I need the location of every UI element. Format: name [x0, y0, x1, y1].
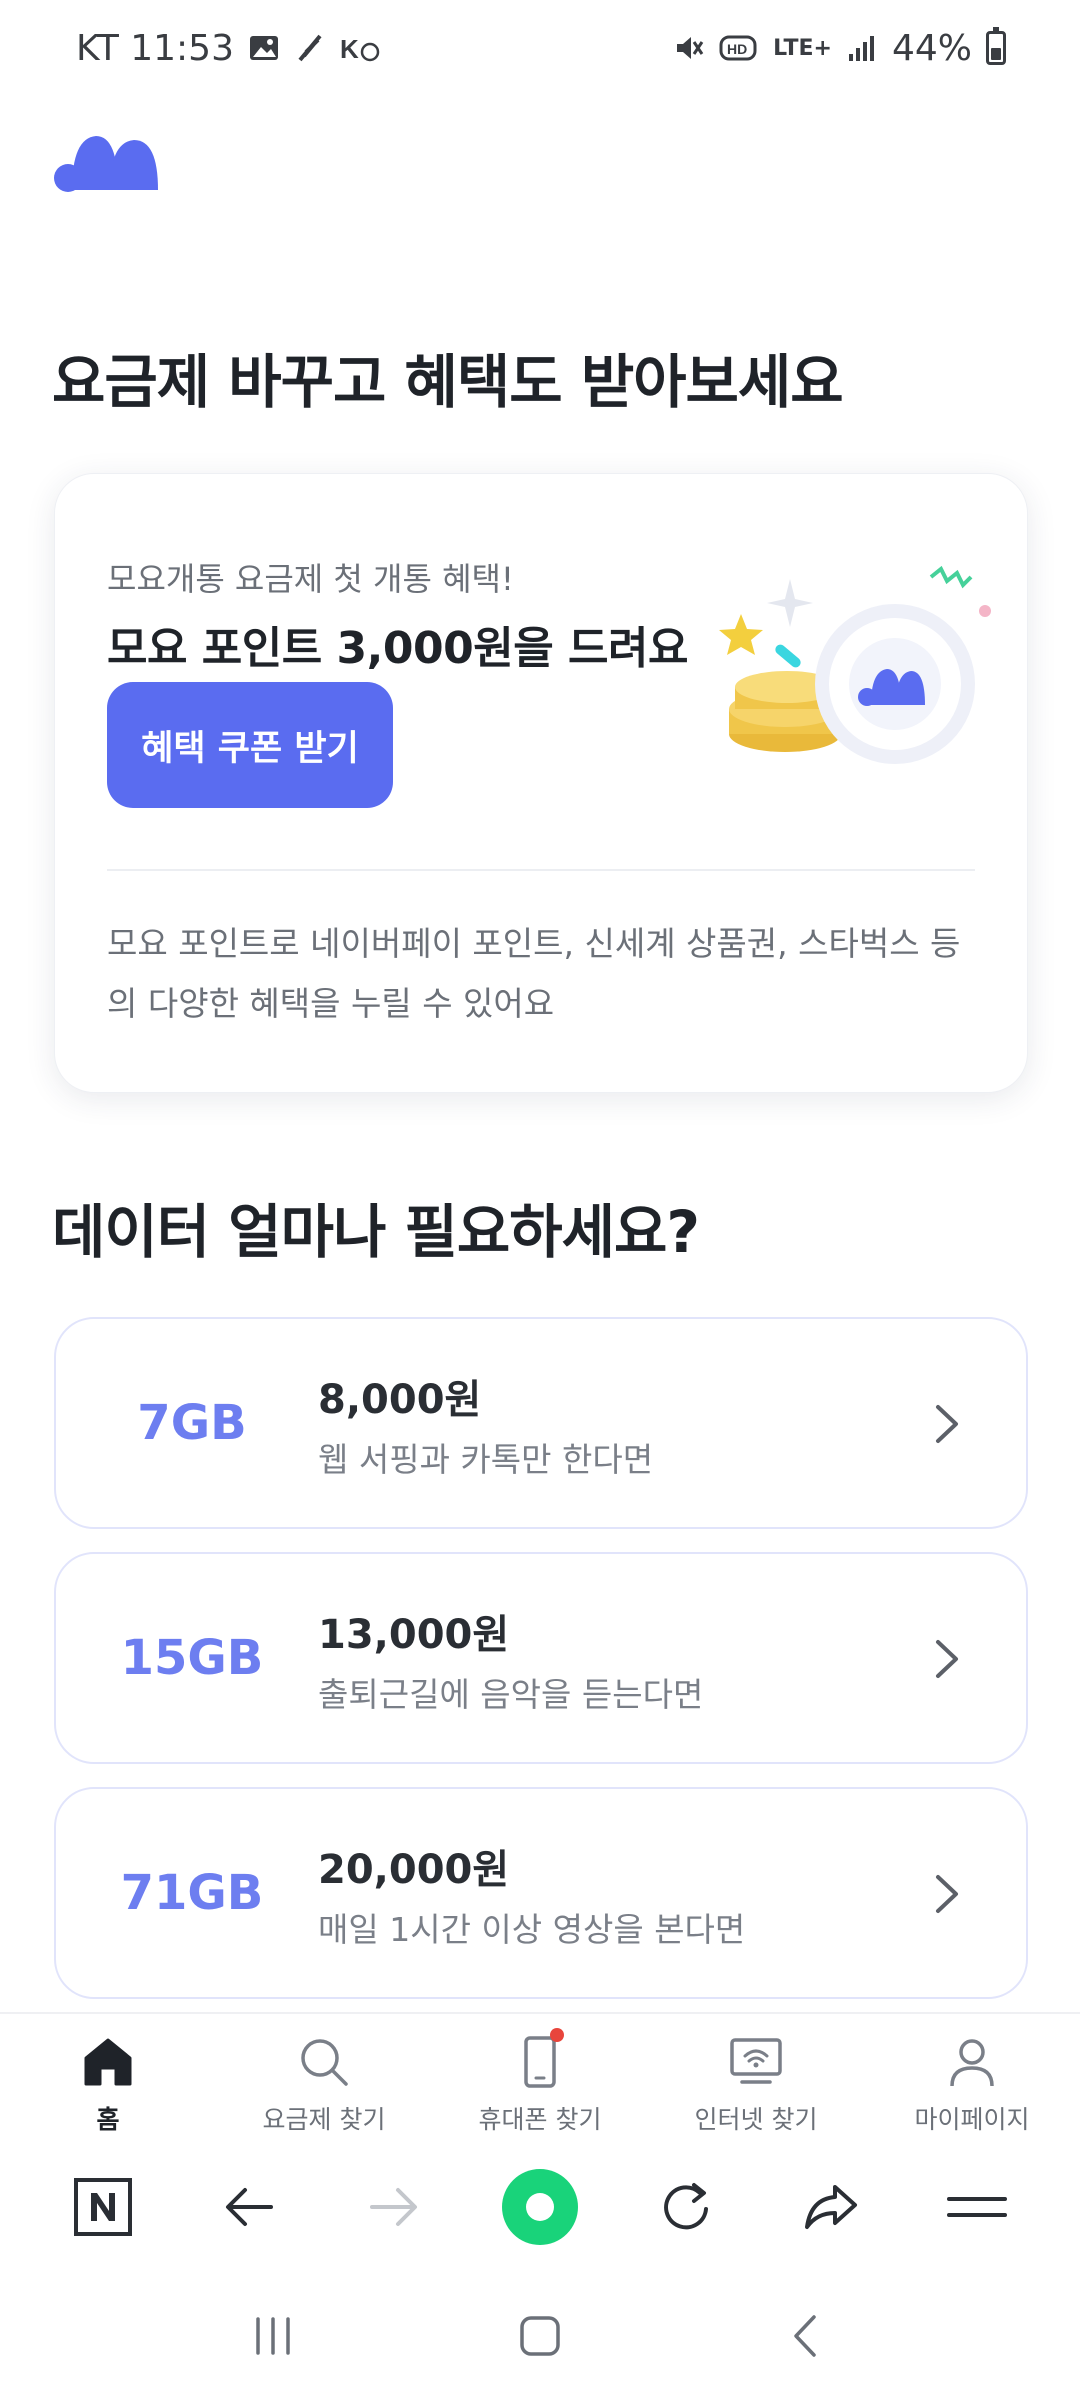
signal-icon: [846, 32, 878, 64]
promo-description: 모요 포인트로 네이버페이 포인트, 신세계 상품권, 스타벅스 등의 다양한 …: [107, 924, 961, 1023]
mute-icon: [673, 32, 705, 64]
get-coupon-button[interactable]: 혜택 쿠폰 받기: [107, 682, 393, 808]
svg-text:K: K: [340, 34, 359, 64]
search-icon: [301, 2039, 348, 2086]
refresh-icon: [663, 2183, 708, 2230]
share-button[interactable]: [791, 2167, 871, 2247]
nav-home[interactable]: 홈: [0, 2014, 216, 2142]
battery-icon: [986, 27, 1006, 65]
plan-price: 20,000원: [318, 1847, 510, 1893]
green-dot-button[interactable]: [500, 2167, 580, 2247]
green-dot-icon: [501, 2169, 578, 2245]
forward-button[interactable]: [354, 2167, 434, 2247]
person-icon: [950, 2039, 994, 2087]
plan-description: 매일 1시간 이상 영상을 본다면: [318, 1910, 746, 1949]
share-icon: [805, 2185, 858, 2229]
nav-phone-search[interactable]: 휴대폰 찾기: [432, 2014, 648, 2142]
promo-title: 모요 포인트 3,000원을 드려요: [107, 623, 688, 674]
chevron-right-icon: [936, 1405, 958, 1443]
plan-price: 13,000원: [318, 1612, 510, 1658]
hd-icon: HD: [719, 32, 759, 64]
plan-card-15gb[interactable]: 15GB 13,000원 출퇴근길에 음악을 듣는다면: [54, 1552, 1028, 1764]
promo-card[interactable]: 모요개통 요금제 첫 개통 혜택! 모요 포인트 3,000원을 드려요 혜택 …: [54, 473, 1028, 1093]
back-button[interactable]: [209, 2167, 289, 2247]
plan-card-7gb[interactable]: 7GB 8,000원 웹 서핑과 카톡만 한다면: [54, 1317, 1028, 1529]
new-badge-dot: [550, 2028, 564, 2042]
data-section-title: 데이터 얼마나 필요하세요?: [52, 1198, 700, 1266]
nav-phone-search-label: 휴대폰 찾기: [478, 2105, 602, 2134]
nav-mypage[interactable]: 마이페이지: [864, 2014, 1080, 2142]
lte-icon: LTE+: [773, 35, 832, 61]
battery-percent: 44%: [891, 27, 972, 69]
home-square-icon[interactable]: [515, 2311, 565, 2361]
promo-subtitle: 모요개통 요금제 첫 개통 혜택!: [107, 560, 514, 598]
nav-home-label: 홈: [96, 2105, 120, 2134]
moyo-logo[interactable]: [52, 128, 162, 194]
recents-icon[interactable]: [248, 2311, 298, 2361]
gallery-icon: [248, 32, 280, 64]
home-icon: [84, 2038, 132, 2086]
nav-plan-search[interactable]: 요금제 찾기: [216, 2014, 432, 2142]
plan-description: 웹 서핑과 카톡만 한다면: [318, 1440, 654, 1479]
plan-price: 8,000원: [318, 1377, 482, 1423]
phone-icon: [524, 2036, 556, 2088]
back-arrow-icon: [225, 2188, 273, 2226]
naver-icon: [73, 2178, 132, 2236]
page-title: 요금제 바꾸고 혜택도 받아보세요: [52, 348, 844, 416]
menu-icon: [947, 2197, 1008, 2217]
browser-toolbar: [0, 2142, 1080, 2272]
wifi-monitor-icon: [730, 2038, 782, 2084]
carrier-time: KT 11:53: [76, 27, 234, 69]
menu-button[interactable]: [937, 2167, 1017, 2247]
chevron-right-icon: [936, 1875, 958, 1913]
forward-arrow-icon: [370, 2188, 418, 2226]
notification-k-icon: K: [340, 32, 380, 64]
plan-data-amount: 71GB: [120, 1865, 264, 1921]
plan-description: 출퇴근길에 음악을 듣는다면: [318, 1675, 704, 1714]
bottom-nav: 홈 요금제 찾기 휴대폰 찾기 인터넷 찾기 마이페이지: [0, 2012, 1080, 2142]
promo-divider: [107, 869, 975, 871]
svg-text:HD: HD: [727, 41, 747, 57]
plan-data-amount: 7GB: [137, 1395, 247, 1451]
plan-data-amount: 15GB: [120, 1630, 264, 1686]
nav-mypage-label: 마이페이지: [914, 2105, 1030, 2134]
refresh-button[interactable]: [646, 2167, 726, 2247]
feather-icon: [294, 32, 326, 64]
chevron-right-icon: [936, 1640, 958, 1678]
status-bar: KT 11:53 K HD LTE+ 44%: [0, 0, 1080, 96]
plan-card-71gb[interactable]: 71GB 20,000원 매일 1시간 이상 영상을 본다면: [54, 1787, 1028, 1999]
nav-internet-search[interactable]: 인터넷 찾기: [648, 2014, 864, 2142]
system-back-icon[interactable]: [782, 2311, 832, 2361]
coin-illustration: [719, 565, 991, 764]
naver-button[interactable]: [63, 2167, 143, 2247]
system-nav-bar: [0, 2272, 1080, 2400]
nav-internet-search-label: 인터넷 찾기: [694, 2105, 818, 2134]
nav-plan-search-label: 요금제 찾기: [262, 2105, 386, 2134]
